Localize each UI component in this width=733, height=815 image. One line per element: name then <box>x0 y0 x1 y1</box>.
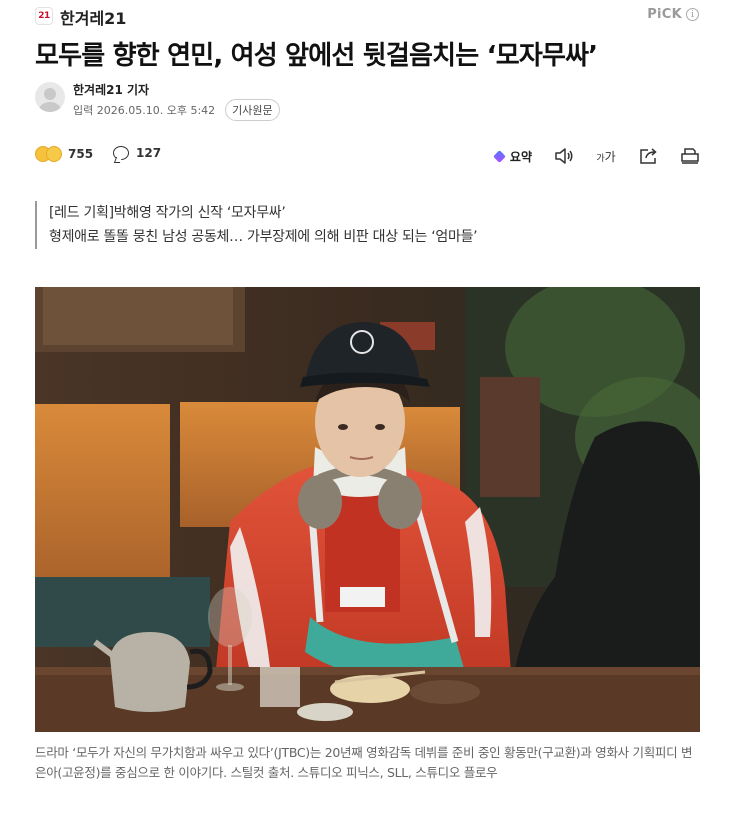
publish-date: 입력 2026.05.10. 오후 5:42 <box>73 104 216 117</box>
summary-label: 요약 <box>509 149 532 164</box>
font-size-icon: 가가 <box>596 148 615 165</box>
font-size-button[interactable]: 가가 <box>596 146 616 166</box>
subhead-line-2: 형제애로 똘똘 뭉친 남성 공동체… 가부장제에 의해 비판 대상 되는 ‘엄마… <box>49 229 478 245</box>
ai-summary-icon <box>492 149 506 163</box>
font-size-small-label: 가 <box>596 153 605 164</box>
press-logo[interactable]: 21 <box>35 7 53 25</box>
summary-button[interactable]: 요약 <box>492 148 532 165</box>
top-bar: 21 한겨레21 PiCK i <box>0 0 733 32</box>
share-icon <box>640 148 657 164</box>
subhead-line-1: [레드 기획]박해영 작가의 신작 ‘모자무싸’ <box>49 205 286 221</box>
comment-button[interactable]: 127 <box>113 146 161 160</box>
reporter-name[interactable]: 한겨레21 기자 <box>73 81 149 98</box>
font-size-large-label: 가 <box>604 149 616 164</box>
article-tools: 요약 가가 <box>492 146 700 166</box>
comment-count: 127 <box>136 146 162 160</box>
pick-label: PiCK <box>647 7 682 22</box>
audio-icon <box>555 148 573 164</box>
action-bar: 755 127 요약 가가 <box>35 146 700 170</box>
reporter-avatar[interactable] <box>35 82 65 112</box>
audio-button[interactable] <box>554 146 574 166</box>
avatar-silhouette-icon <box>39 88 61 112</box>
photo-caption: 드라마 ‘모두가 자신의 무가치함과 싸우고 있다’(JTBC)는 20년째 영… <box>35 745 693 780</box>
dateline: 입력 2026.05.10. 오후 5:42 기사원문 <box>73 99 280 121</box>
comment-icon <box>113 146 129 160</box>
press-name[interactable]: 한겨레21 <box>60 5 126 29</box>
reaction-count: 755 <box>68 147 94 161</box>
share-button[interactable] <box>638 146 658 166</box>
reaction-button[interactable]: 755 <box>35 146 93 162</box>
pick-badge[interactable]: PiCK i <box>647 7 699 22</box>
print-icon <box>681 148 699 164</box>
original-article-button[interactable]: 기사원문 <box>225 99 280 121</box>
press-logo-text: 21 <box>38 11 50 21</box>
article-headline: 모두를 향한 연민, 여성 앞에선 뒷걸음치는 ‘모자무싸’ <box>35 41 598 71</box>
drama-still-image <box>35 287 700 732</box>
reaction-emoji-icon <box>46 146 62 162</box>
article-photo[interactable] <box>35 287 700 732</box>
article-subhead: [레드 기획]박해영 작가의 신작 ‘모자무싸’ 형제애로 똘똘 뭉친 남성 공… <box>35 201 700 249</box>
print-button[interactable] <box>680 146 700 166</box>
info-icon[interactable]: i <box>686 8 699 21</box>
